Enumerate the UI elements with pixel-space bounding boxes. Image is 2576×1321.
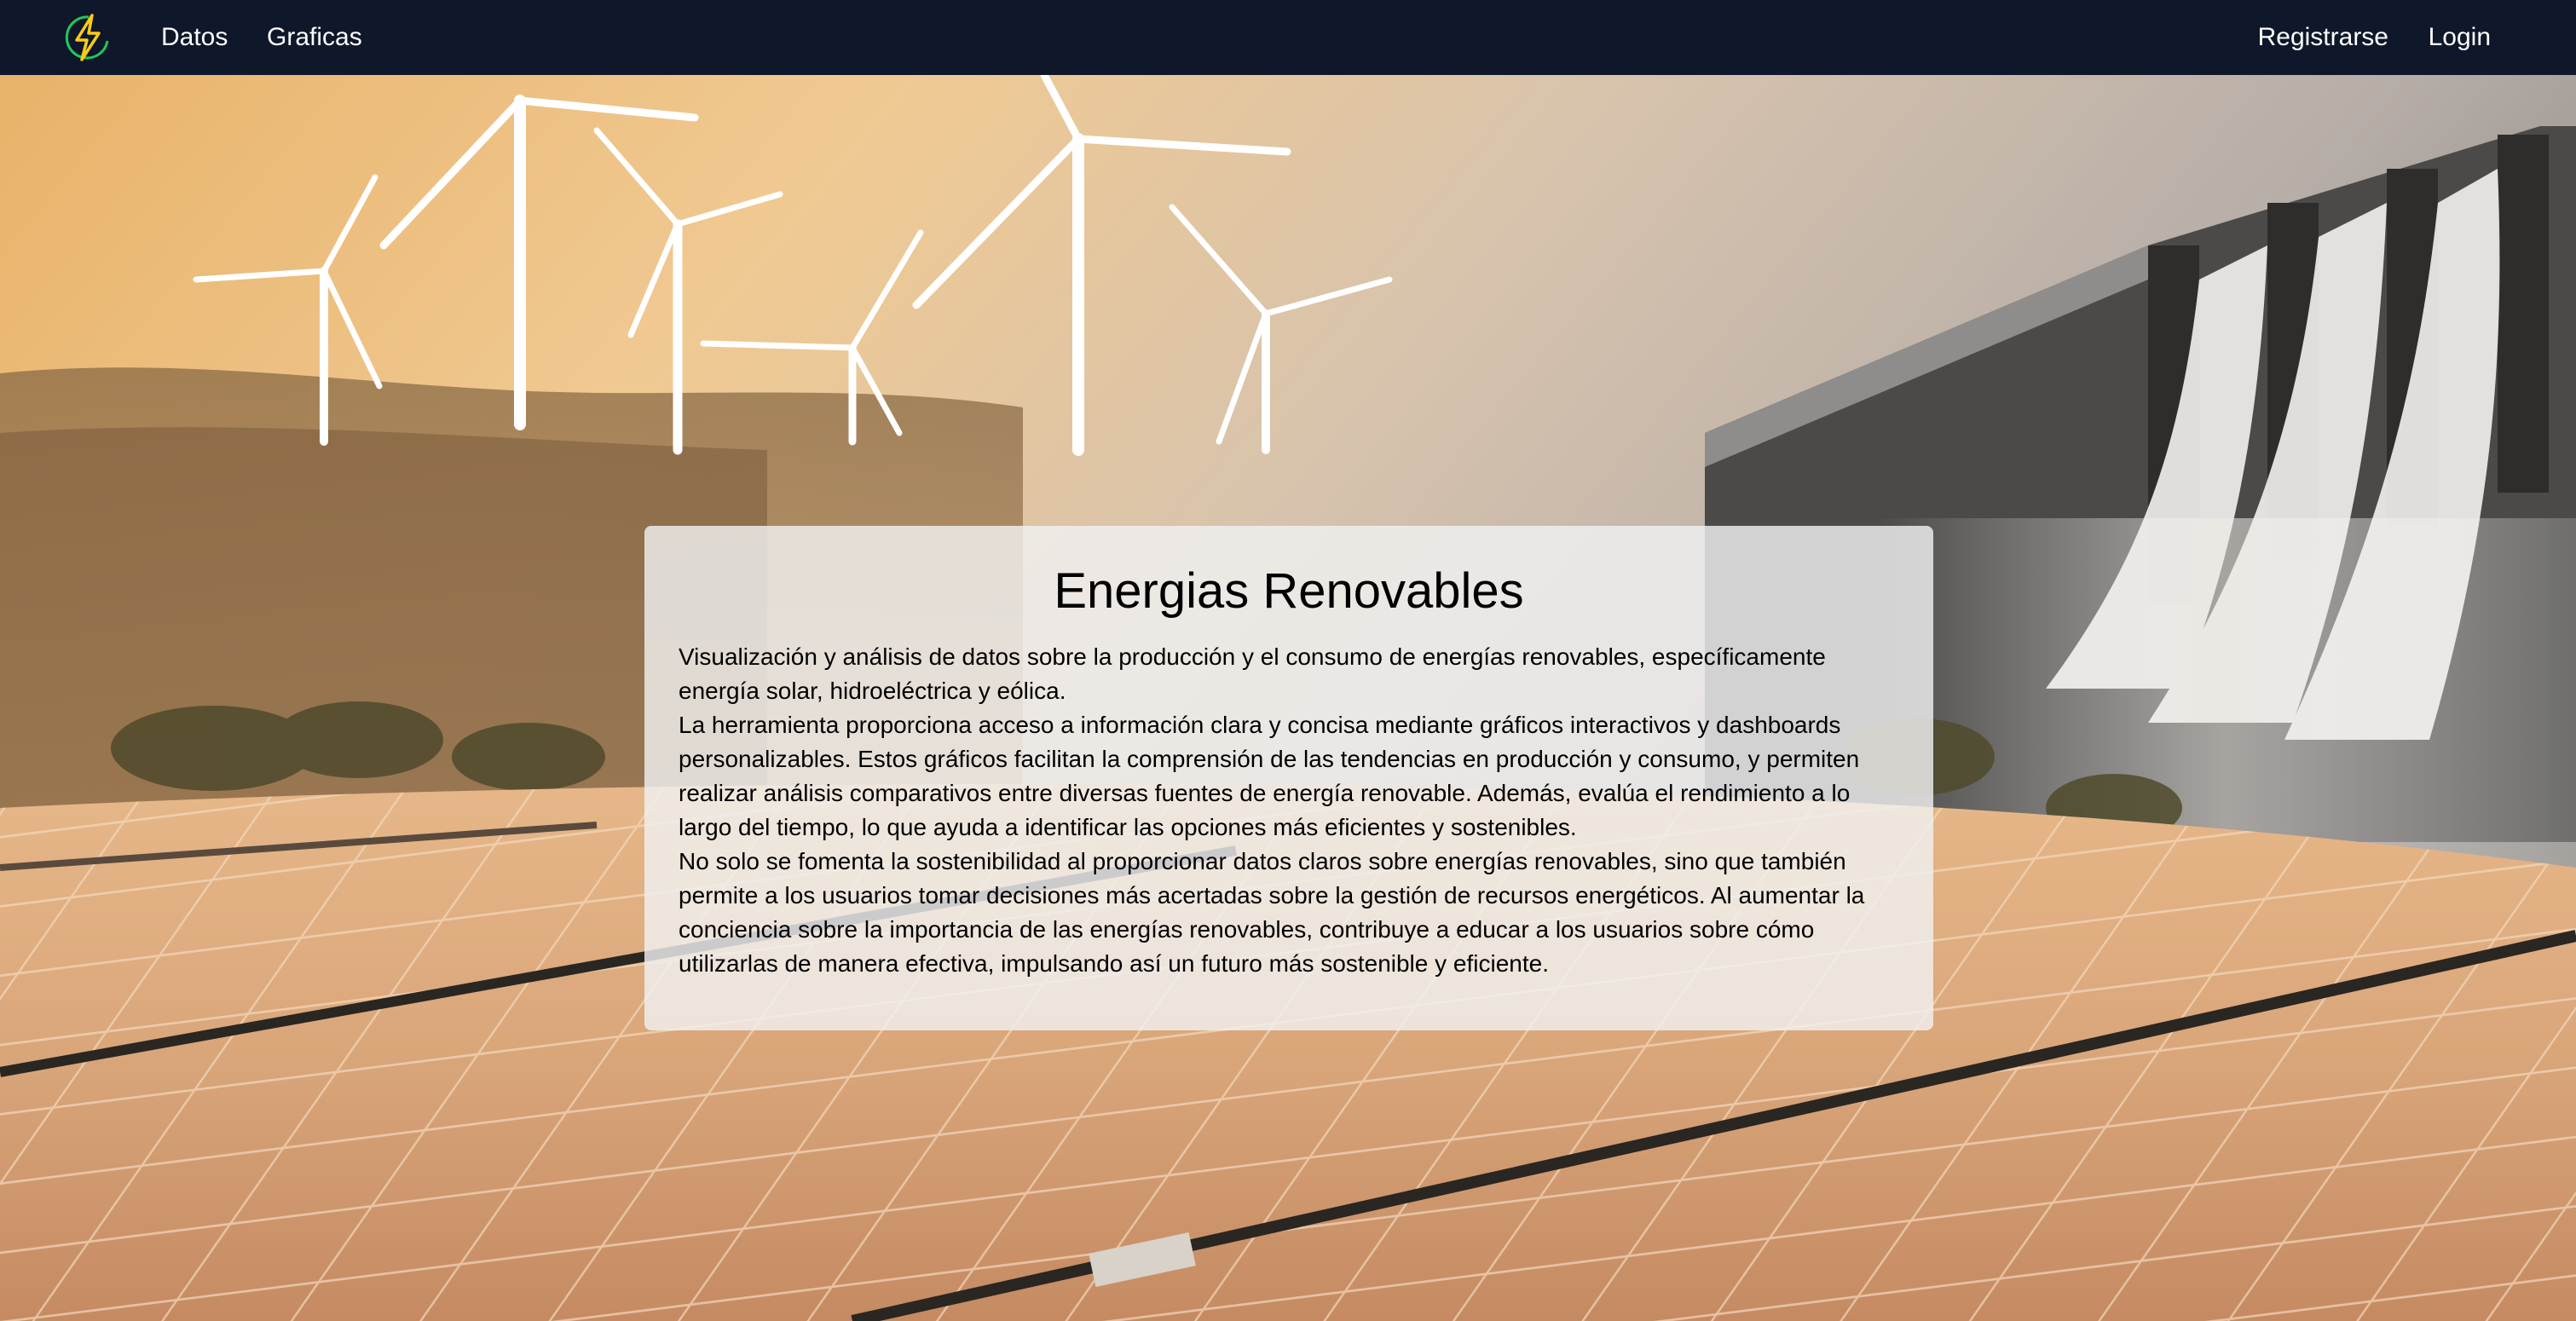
nav-link-login[interactable]: Login [2429, 0, 2491, 75]
card-paragraph: La herramienta proporciona acceso a info… [679, 711, 1860, 840]
card-paragraph: Visualización y análisis de datos sobre … [679, 643, 1826, 704]
card-description: Visualización y análisis de datos sobre … [679, 640, 1899, 981]
card-paragraph: No solo se fomenta la sostenibilidad al … [679, 847, 1865, 977]
nav-link-graficas[interactable]: Graficas [267, 0, 362, 75]
nav-link-registrarse[interactable]: Registrarse [2258, 0, 2388, 75]
lightning-bolt-icon[interactable] [63, 12, 113, 63]
intro-card: Energias Renovables Visualización y anál… [644, 526, 1933, 1030]
hero-section: Energias Renovables Visualización y anál… [0, 75, 2576, 1321]
nav-link-datos[interactable]: Datos [161, 0, 228, 75]
card-title: Energias Renovables [1054, 563, 1524, 619]
top-navbar: Datos Graficas Registrarse Login [0, 0, 2576, 75]
